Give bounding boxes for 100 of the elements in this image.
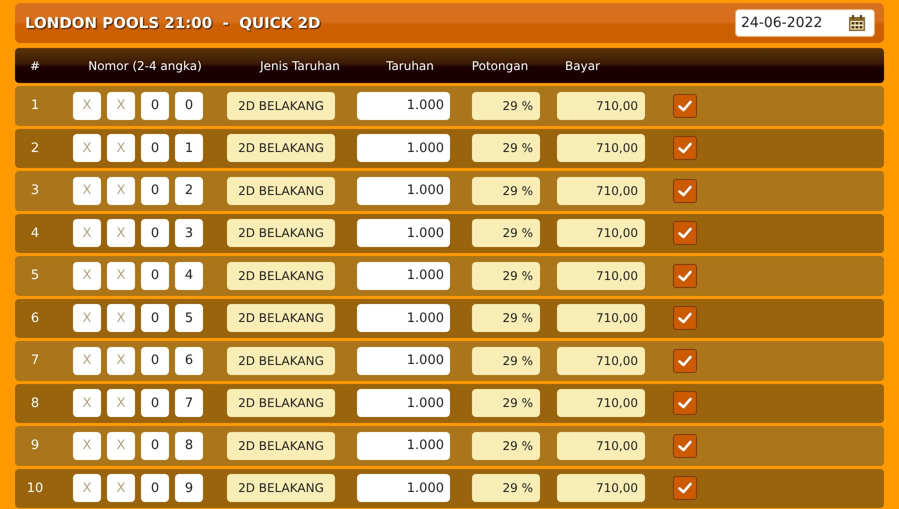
digit-field[interactable]: X xyxy=(107,219,135,248)
check-icon xyxy=(678,312,692,324)
bet-amount-field[interactable]: 1.000 xyxy=(357,474,450,502)
digit-field[interactable]: X xyxy=(73,134,101,162)
discount-value: 29 % xyxy=(472,134,540,162)
discount-value: 29 % xyxy=(472,262,540,290)
check-icon xyxy=(678,227,692,240)
bet-type: 2D BELAKANG xyxy=(227,304,335,332)
bet-amount-field[interactable]: 1.000 xyxy=(357,262,450,290)
bet-amount-field[interactable]: 1.000 xyxy=(357,134,450,162)
digit-field[interactable]: 0 xyxy=(141,262,169,290)
digit-field[interactable]: 0 xyxy=(175,92,203,120)
discount-value: 29 % xyxy=(472,219,540,248)
digit-field[interactable]: 0 xyxy=(141,389,169,418)
digit-field[interactable]: 9 xyxy=(175,474,203,502)
pay-value: 710,00 xyxy=(557,304,645,332)
bet-amount-field[interactable]: 1.000 xyxy=(357,219,450,248)
digit-field[interactable]: 0 xyxy=(141,92,169,120)
bet-amount-field[interactable]: 1.000 xyxy=(357,92,450,120)
checkbox[interactable] xyxy=(673,264,697,288)
checkbox[interactable] xyxy=(673,476,697,500)
digit-field[interactable]: 5 xyxy=(175,304,203,332)
digit-field[interactable]: X xyxy=(73,92,101,120)
digit-field[interactable]: 7 xyxy=(175,389,203,418)
column-header: Taruhan xyxy=(385,58,435,72)
pay-value: 710,00 xyxy=(557,346,645,375)
checkbox[interactable] xyxy=(673,391,697,416)
bet-type: 2D BELAKANG xyxy=(227,262,335,290)
digit-field[interactable]: X xyxy=(73,304,101,332)
digit-field[interactable]: X xyxy=(107,304,135,332)
digit-field[interactable]: X xyxy=(107,92,135,120)
digit-field[interactable]: X xyxy=(73,262,101,290)
date-field[interactable]: 24-06-2022 xyxy=(735,9,875,37)
checkbox[interactable] xyxy=(673,348,697,373)
bet-amount-field[interactable]: 1.000 xyxy=(357,346,450,375)
row-number: 9 xyxy=(30,438,40,454)
bet-type: 2D BELAKANG xyxy=(227,346,335,375)
discount-value: 29 % xyxy=(472,432,540,460)
checkbox[interactable] xyxy=(673,178,697,203)
checkbox[interactable] xyxy=(673,434,697,458)
digit-field[interactable]: 0 xyxy=(141,176,169,205)
column-header: Nomor (2-4 angka) xyxy=(87,58,203,72)
digit-field[interactable]: X xyxy=(107,346,135,375)
row-number: 10 xyxy=(26,480,44,496)
bet-type: 2D BELAKANG xyxy=(227,389,335,418)
bet-type: 2D BELAKANG xyxy=(227,92,335,120)
calendar-icon[interactable] xyxy=(848,14,866,32)
bet-type: 2D BELAKANG xyxy=(227,219,335,248)
row-number: 6 xyxy=(30,310,40,326)
bet-amount-field[interactable]: 1.000 xyxy=(357,176,450,205)
pay-value: 710,00 xyxy=(557,432,645,460)
digit-field[interactable]: X xyxy=(107,176,135,205)
digit-field[interactable]: 0 xyxy=(141,134,169,162)
digit-field[interactable]: X xyxy=(107,474,135,502)
checkbox[interactable] xyxy=(673,94,697,118)
digit-field[interactable]: X xyxy=(107,389,135,418)
digit-field[interactable]: X xyxy=(73,432,101,460)
pay-value: 710,00 xyxy=(557,262,645,290)
row-number: 8 xyxy=(30,396,40,411)
check-icon xyxy=(678,100,692,112)
row-number: 3 xyxy=(30,183,40,198)
digit-field[interactable]: 2 xyxy=(175,176,203,205)
discount-value: 29 % xyxy=(472,389,540,418)
digit-field[interactable]: 0 xyxy=(141,432,169,460)
checkbox[interactable] xyxy=(673,221,697,246)
bet-amount-field[interactable]: 1.000 xyxy=(357,304,450,332)
digit-field[interactable]: 1 xyxy=(175,134,203,162)
column-header: # xyxy=(28,58,42,72)
digit-field[interactable]: 8 xyxy=(175,432,203,460)
pay-value: 710,00 xyxy=(557,474,645,502)
check-icon xyxy=(678,142,692,154)
pay-value: 710,00 xyxy=(557,92,645,120)
pay-value: 710,00 xyxy=(557,134,645,162)
bet-amount-field[interactable]: 1.000 xyxy=(357,432,450,460)
digit-field[interactable]: X xyxy=(73,474,101,502)
discount-value: 29 % xyxy=(472,176,540,205)
discount-value: 29 % xyxy=(472,304,540,332)
digit-field[interactable]: X xyxy=(73,389,101,418)
pay-value: 710,00 xyxy=(557,219,645,248)
digit-field[interactable]: X xyxy=(107,134,135,162)
checkbox[interactable] xyxy=(673,136,697,160)
digit-field[interactable]: X xyxy=(107,432,135,460)
digit-field[interactable]: X xyxy=(107,262,135,290)
digit-field[interactable]: 0 xyxy=(141,346,169,375)
digit-field[interactable]: X xyxy=(73,346,101,375)
bet-type: 2D BELAKANG xyxy=(227,134,335,162)
column-header: Jenis Taruhan xyxy=(258,58,341,72)
digit-field[interactable]: X xyxy=(73,176,101,205)
digit-field[interactable]: 0 xyxy=(141,219,169,248)
digit-field[interactable]: 3 xyxy=(175,219,203,248)
digit-field[interactable]: 0 xyxy=(141,304,169,332)
digit-field[interactable]: 4 xyxy=(175,262,203,290)
digit-field[interactable]: 6 xyxy=(175,346,203,375)
check-icon xyxy=(678,397,692,410)
check-icon xyxy=(678,270,692,282)
bet-type: 2D BELAKANG xyxy=(227,176,335,205)
checkbox[interactable] xyxy=(673,306,697,330)
digit-field[interactable]: X xyxy=(73,219,101,248)
digit-field[interactable]: 0 xyxy=(141,474,169,502)
bet-amount-field[interactable]: 1.000 xyxy=(357,389,450,418)
